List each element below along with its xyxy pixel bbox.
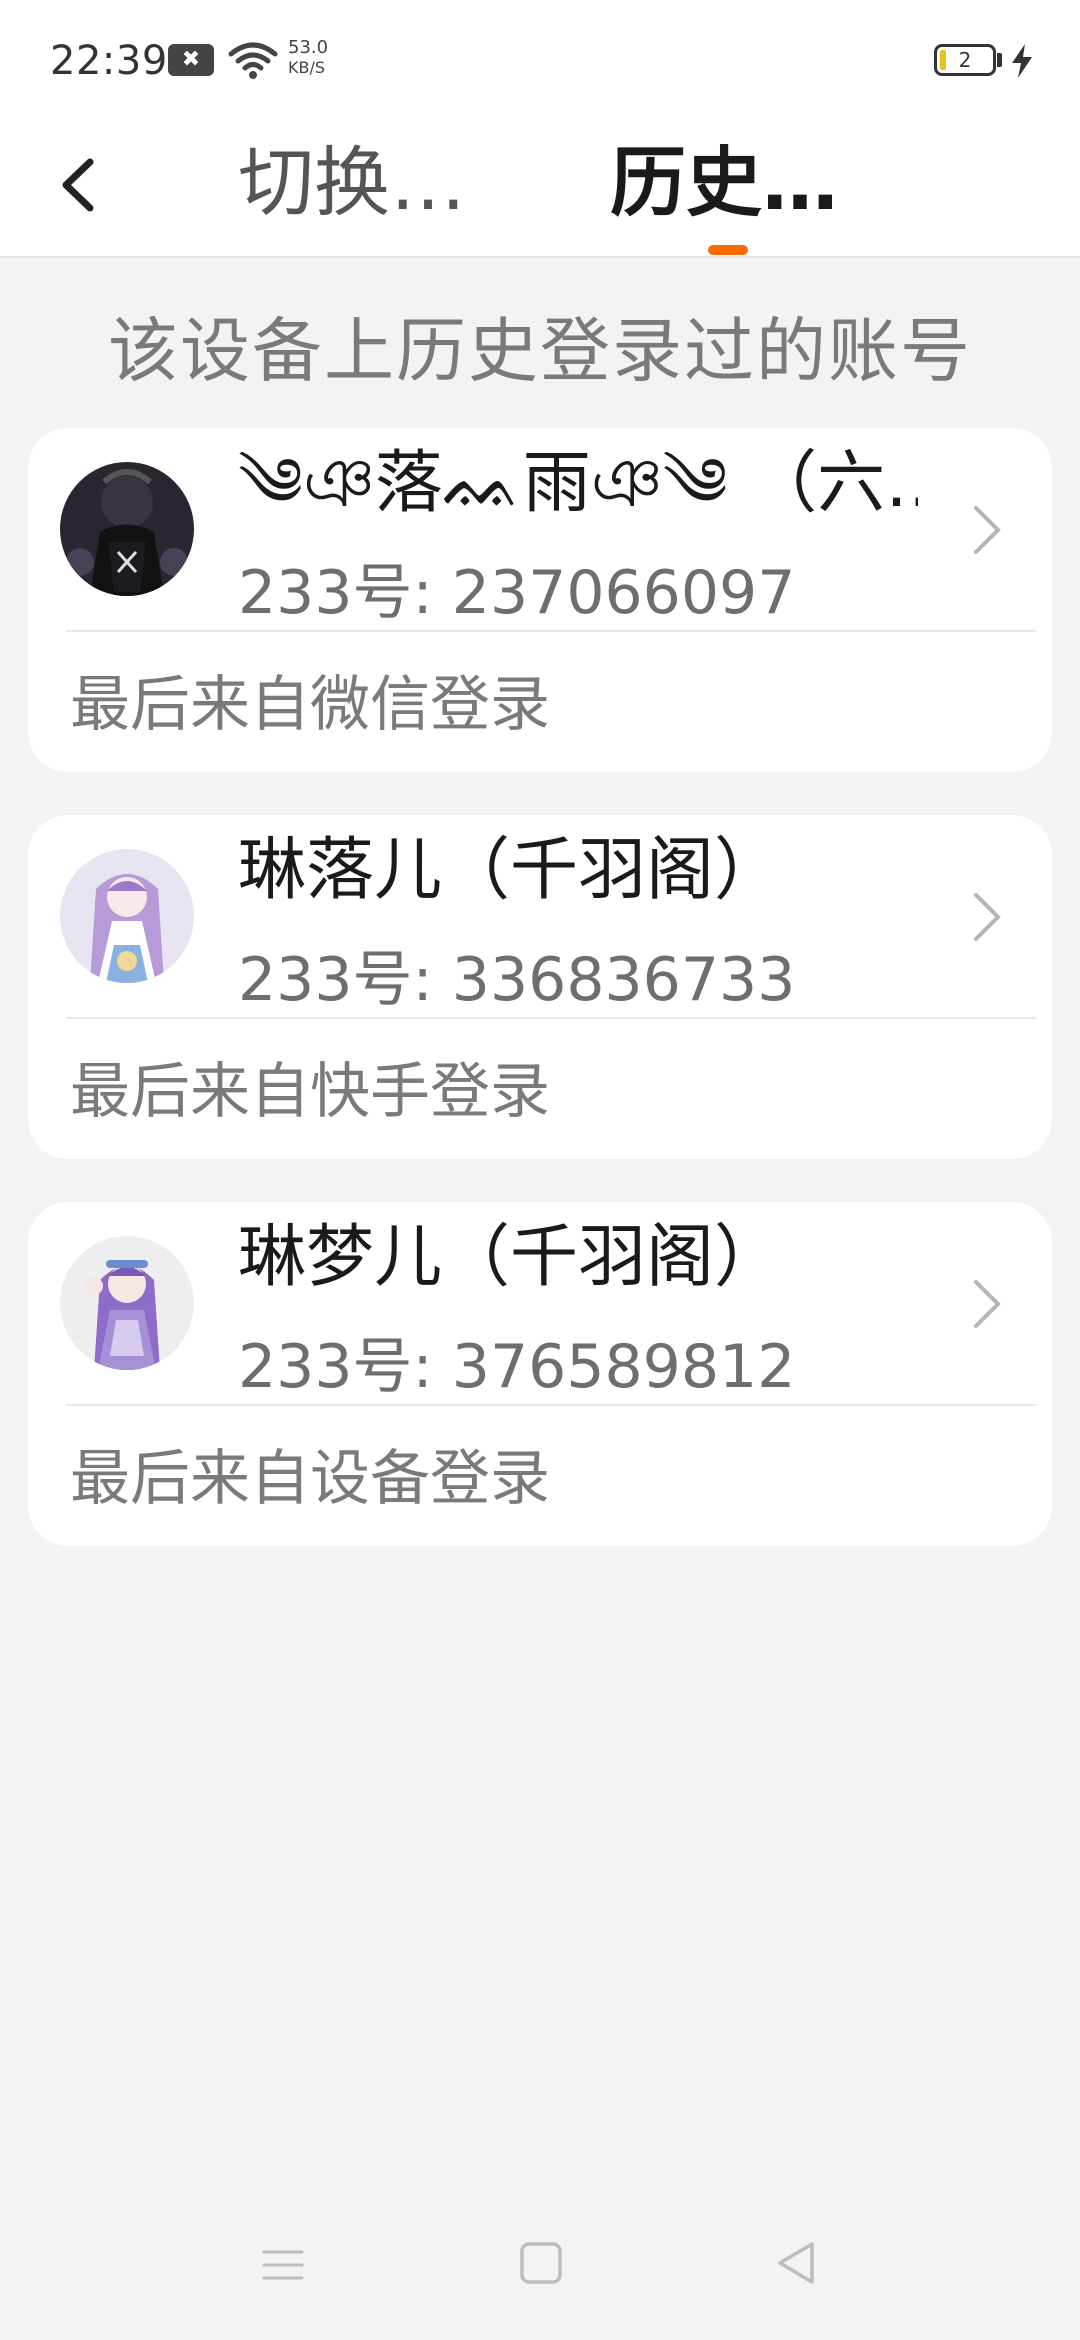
- account-name: 琳落儿（千羽阁）: [238, 831, 783, 910]
- card-divider: [66, 1404, 1036, 1406]
- account-id: 233号: 376589812: [238, 1332, 796, 1402]
- chevron-right-icon: [974, 893, 1001, 941]
- network-speed: 53.0 KB/S: [288, 38, 348, 78]
- network-speed-value: 53.0: [288, 37, 329, 58]
- last-login-source: 最后来自设备登录: [70, 1444, 550, 1514]
- tab-switch-account[interactable]: 切换…: [238, 128, 466, 238]
- chevron-right-icon: [974, 1280, 1001, 1328]
- last-login-source: 最后来自微信登录: [70, 670, 550, 740]
- battery-nub: [997, 53, 1002, 67]
- back-triangle-icon[interactable]: [770, 2236, 824, 2290]
- avatar-purple-dress-character: [60, 1236, 194, 1370]
- account-card[interactable]: ༄ঞ落ᨐ雨ঞ༄ （六… 233号: 237066097 最后来自微信登录: [28, 428, 1052, 772]
- chevron-right-icon: [974, 506, 1001, 554]
- back-button[interactable]: [40, 140, 120, 230]
- tab-history-accounts[interactable]: 历史…: [610, 128, 838, 238]
- account-name: 琳梦儿（千羽阁）: [238, 1218, 783, 1297]
- status-time: 22:39: [50, 38, 168, 84]
- avatar-purple-hair-character: [60, 849, 194, 983]
- card-divider: [66, 630, 1036, 632]
- charging-icon: [1012, 44, 1032, 78]
- section-subtitle: 该设备上历史登录过的账号: [108, 310, 972, 392]
- active-tab-indicator: [708, 245, 748, 255]
- system-nav-bar: [0, 2190, 1080, 2340]
- home-icon[interactable]: [514, 2236, 568, 2290]
- status-bar: 22:39 ✖ 53.0 KB/S 2: [0, 0, 1080, 120]
- notification-app-icon: ✖: [168, 44, 214, 76]
- menu-icon[interactable]: [258, 2240, 308, 2290]
- network-speed-unit: KB/S: [288, 58, 326, 77]
- account-card[interactable]: 琳落儿（千羽阁） 233号: 336836733 最后来自快手登录: [28, 815, 1052, 1159]
- last-login-source: 最后来自快手登录: [70, 1057, 550, 1127]
- account-id: 233号: 237066097: [238, 558, 796, 628]
- card-divider: [66, 1017, 1036, 1019]
- account-id: 233号: 336836733: [238, 945, 796, 1015]
- wifi-icon: [228, 42, 278, 79]
- account-card[interactable]: 琳梦儿（千羽阁） 233号: 376589812 最后来自设备登录: [28, 1202, 1052, 1546]
- top-tab-bar: 切换… 历史…: [0, 120, 1080, 258]
- battery-icon: 2: [934, 44, 996, 76]
- avatar-dark-gothic-character: [60, 462, 194, 596]
- account-name: ༄ঞ落ᨐ雨ঞ༄ （六…: [238, 444, 918, 523]
- battery-level: 2: [958, 48, 972, 72]
